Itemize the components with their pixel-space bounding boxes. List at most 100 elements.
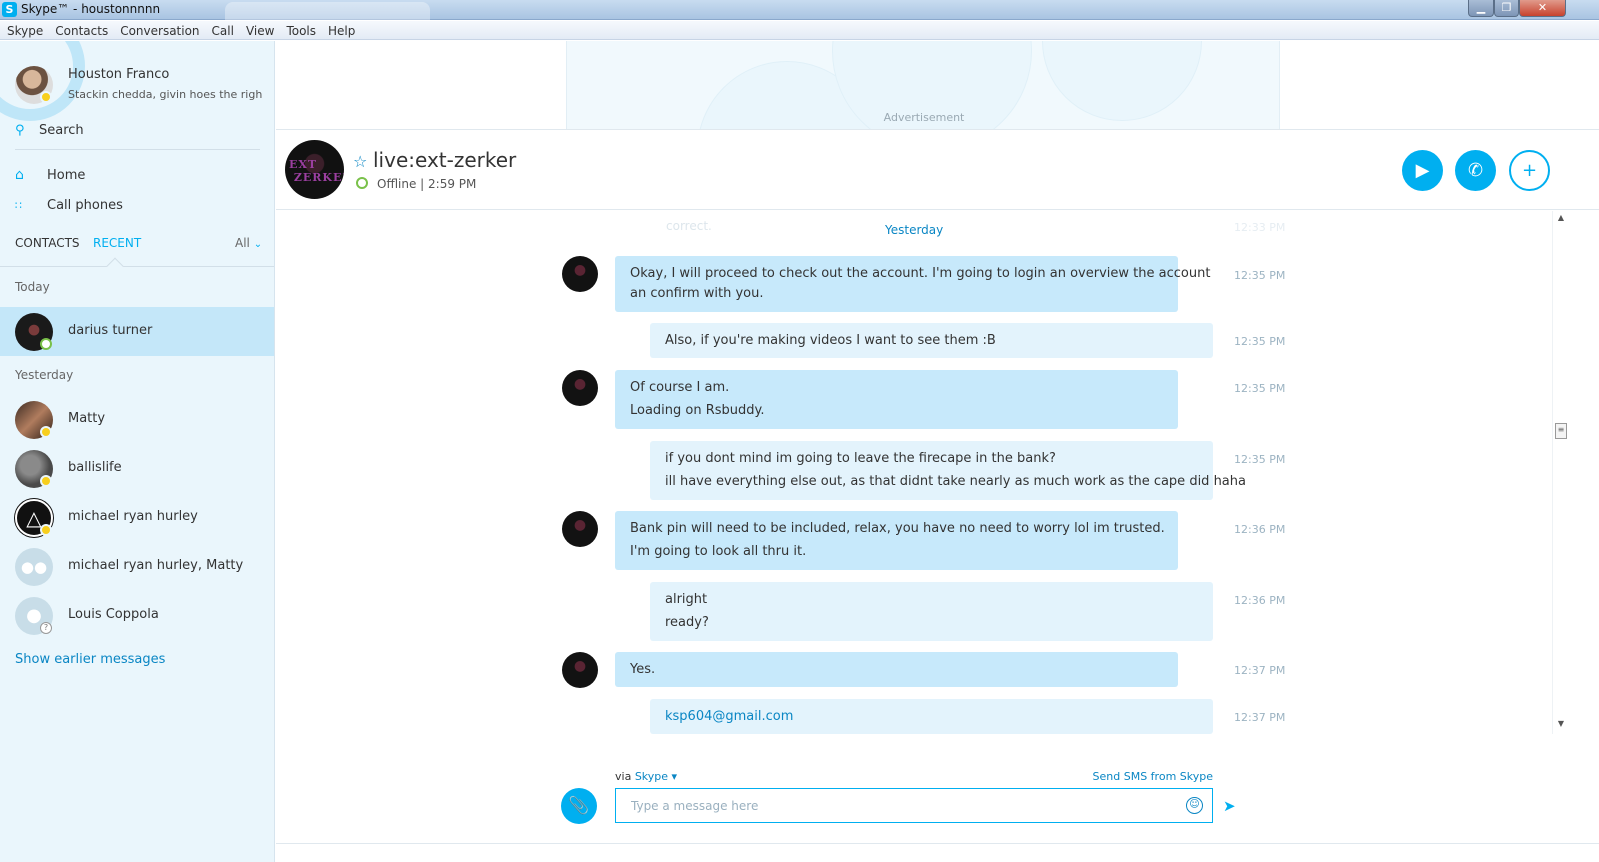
via-prefix: via bbox=[615, 770, 632, 783]
contact-name: michael ryan hurley, Matty bbox=[68, 558, 244, 573]
contact-item-ballislife[interactable]: ballislife bbox=[0, 444, 274, 493]
contact-item-matty[interactable]: Matty bbox=[0, 395, 274, 444]
message-bubble-outgoing[interactable]: alright ready? bbox=[650, 582, 1213, 641]
tab-contacts[interactable]: CONTACTS bbox=[15, 236, 80, 250]
search-button[interactable]: ⚲ Search bbox=[15, 121, 260, 150]
contact-item-darius-turner[interactable]: darius turner bbox=[0, 307, 274, 356]
conversation-status: Offline | 2:59 PM bbox=[377, 177, 477, 191]
nav-home[interactable]: ⌂ Home bbox=[15, 167, 260, 187]
message-time: 12:37 PM bbox=[1234, 711, 1286, 724]
message-text: ill have everything else out, as that di… bbox=[665, 474, 1246, 489]
star-icon[interactable]: ☆ bbox=[353, 152, 367, 171]
faded-message: correct. bbox=[666, 219, 712, 233]
advertisement[interactable]: Advertisement bbox=[566, 41, 1280, 129]
conversation-avatar[interactable]: EXT ZERKER bbox=[285, 140, 344, 199]
voice-call-button[interactable]: ✆ bbox=[1455, 150, 1496, 191]
menu-contacts[interactable]: Contacts bbox=[48, 21, 113, 38]
message-text: alright bbox=[665, 592, 708, 607]
section-today: Today bbox=[15, 280, 50, 294]
section-yesterday: Yesterday bbox=[15, 368, 74, 382]
contact-name: ballislife bbox=[68, 460, 122, 475]
sender-avatar[interactable] bbox=[562, 256, 598, 292]
window-titlebar: S Skype™ - houstonnnnn ▁ ❐ ✕ bbox=[0, 0, 1599, 20]
contact-name: Louis Coppola bbox=[68, 607, 159, 622]
via-service: Skype ▾ bbox=[634, 770, 678, 783]
message-text: Also, if you're making videos I want to … bbox=[665, 333, 996, 348]
unknown-status-icon: ? bbox=[40, 622, 52, 634]
contact-name: darius turner bbox=[68, 323, 153, 338]
send-sms-link[interactable]: Send SMS from Skype bbox=[1093, 770, 1213, 783]
tab-divider bbox=[0, 266, 274, 267]
message-time: 12:35 PM bbox=[1234, 382, 1286, 395]
emoticon-icon[interactable]: ☺ bbox=[1186, 797, 1203, 814]
message-bubble-incoming[interactable]: Yes. bbox=[615, 652, 1178, 687]
maximize-button[interactable]: ❐ bbox=[1494, 0, 1519, 17]
scroll-thumb[interactable]: ≡ bbox=[1555, 423, 1567, 439]
message-bubble-outgoing[interactable]: ksp604@gmail.com bbox=[650, 699, 1213, 734]
message-text: Loading on Rsbuddy. bbox=[630, 403, 765, 418]
sender-avatar[interactable] bbox=[562, 652, 598, 688]
tab-indicator bbox=[106, 257, 124, 275]
bottom-border bbox=[276, 843, 1599, 844]
attach-button[interactable]: 📎 bbox=[561, 788, 597, 824]
sender-avatar[interactable] bbox=[562, 511, 598, 547]
avatar-logo-text: EXT ZERKER bbox=[289, 158, 344, 184]
message-bubble-incoming[interactable]: Of course I am. Loading on Rsbuddy. bbox=[615, 370, 1178, 429]
message-text: Of course I am. bbox=[630, 380, 730, 395]
sender-avatar[interactable] bbox=[562, 370, 598, 406]
message-bubble-incoming[interactable]: Okay, I will proceed to check out the ac… bbox=[615, 256, 1210, 312]
message-text: I'm going to look all thru it. bbox=[630, 544, 807, 559]
video-call-icon: ▶ bbox=[1415, 160, 1430, 181]
contact-tabs: CONTACTS RECENT All ⌄ bbox=[15, 236, 265, 256]
menu-skype[interactable]: Skype bbox=[0, 21, 48, 38]
message-text: ready? bbox=[665, 615, 709, 630]
away-status-icon bbox=[40, 475, 52, 487]
nav-home-label: Home bbox=[47, 168, 86, 183]
menu-help[interactable]: Help bbox=[321, 21, 360, 38]
window-title: Skype™ - houstonnnnn bbox=[21, 2, 161, 16]
search-icon: ⚲ bbox=[15, 123, 25, 138]
message-text: if you dont mind im going to leave the f… bbox=[665, 451, 1056, 466]
send-icon[interactable]: ➤ bbox=[1223, 797, 1236, 815]
background-window-tab bbox=[225, 2, 430, 20]
contact-item-louis-coppola[interactable]: ● ? Louis Coppola bbox=[0, 591, 274, 640]
minimize-button[interactable]: ▁ bbox=[1468, 0, 1494, 17]
offline-status-icon bbox=[356, 177, 368, 189]
nav-call-phones[interactable]: ∷ Call phones bbox=[15, 197, 260, 217]
message-bubble-incoming[interactable]: Bank pin will need to be included, relax… bbox=[615, 511, 1178, 570]
profile-name[interactable]: Houston Franco bbox=[68, 67, 169, 82]
menu-conversation[interactable]: Conversation bbox=[113, 21, 204, 38]
add-people-button[interactable]: + bbox=[1509, 150, 1550, 191]
menu-call[interactable]: Call bbox=[205, 21, 239, 38]
conversation-title[interactable]: live:ext-zerker bbox=[373, 148, 516, 172]
show-earlier-messages-link[interactable]: Show earlier messages bbox=[15, 652, 165, 667]
ad-label: Advertisement bbox=[883, 111, 965, 124]
scroll-up-arrow-icon[interactable]: ▲ bbox=[1553, 213, 1569, 222]
tab-recent[interactable]: RECENT bbox=[93, 236, 141, 250]
email-link[interactable]: ksp604@gmail.com bbox=[665, 707, 1198, 727]
chat-history[interactable]: correct. 12:33 PM Yesterday Okay, I will… bbox=[276, 211, 1552, 734]
search-label: Search bbox=[39, 123, 84, 138]
filter-dropdown[interactable]: All ⌄ bbox=[235, 236, 262, 250]
message-text: an confirm with you. bbox=[630, 286, 764, 301]
day-separator-label: Yesterday bbox=[885, 223, 944, 237]
home-icon: ⌂ bbox=[15, 167, 24, 183]
contact-item-michael-ryan-hurley[interactable]: △ michael ryan hurley bbox=[0, 493, 274, 542]
conversation-header: EXT ZERKER ☆ live:ext-zerker Offline | 2… bbox=[276, 129, 1599, 210]
away-status-icon bbox=[40, 91, 52, 103]
menu-tools[interactable]: Tools bbox=[279, 21, 321, 38]
chevron-down-icon: ⌄ bbox=[253, 239, 263, 250]
message-time: 12:37 PM bbox=[1234, 664, 1286, 677]
chat-scrollbar[interactable]: ▲ ≡ ▼ bbox=[1552, 211, 1568, 734]
contact-item-group-chat[interactable]: ●● michael ryan hurley, Matty bbox=[0, 542, 274, 591]
menu-view[interactable]: View bbox=[239, 21, 279, 38]
via-selector[interactable]: via Skype ▾ bbox=[615, 770, 677, 783]
message-bubble-outgoing[interactable]: Also, if you're making videos I want to … bbox=[650, 323, 1213, 358]
message-time: 12:35 PM bbox=[1234, 269, 1286, 282]
message-bubble-outgoing[interactable]: if you dont mind im going to leave the f… bbox=[650, 441, 1246, 500]
profile-mood[interactable]: Stackin chedda, givin hoes the righ... bbox=[68, 88, 263, 101]
message-input[interactable] bbox=[615, 788, 1213, 823]
scroll-down-arrow-icon[interactable]: ▼ bbox=[1553, 719, 1569, 728]
close-button[interactable]: ✕ bbox=[1519, 0, 1566, 17]
video-call-button[interactable]: ▶ bbox=[1402, 150, 1443, 191]
